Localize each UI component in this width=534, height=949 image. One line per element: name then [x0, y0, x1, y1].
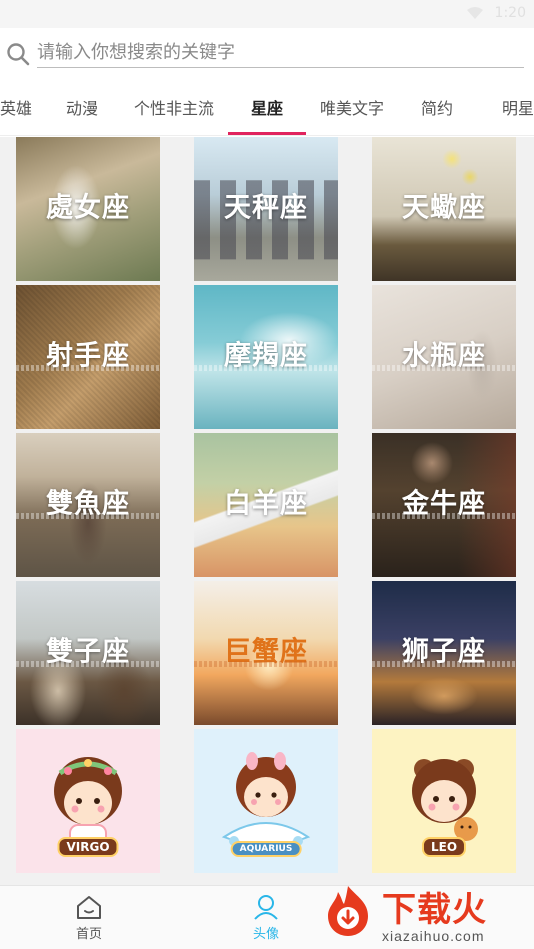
- avatar-tile[interactable]: 射手座: [16, 285, 160, 429]
- wifi-icon: [467, 7, 483, 19]
- watermark: 下载火 xiazaihuo.com: [316, 880, 534, 949]
- zodiac-badge: VIRGO: [57, 837, 119, 857]
- category-tabs: 英雄 动漫 个性非主流 星座 唯美文字 简约 明星: [0, 80, 534, 136]
- avatar-tile[interactable]: 雙魚座: [16, 433, 160, 577]
- tile-caption: [194, 365, 338, 371]
- tile-title: 天蠍座: [402, 192, 486, 224]
- tile-caption: [372, 513, 516, 519]
- search-bar: [0, 28, 534, 80]
- search-input[interactable]: [37, 38, 524, 68]
- avatar-tile[interactable]: 水瓶座: [372, 285, 516, 429]
- flame-logo-icon: [328, 886, 368, 936]
- tab-constellation[interactable]: 星座: [236, 80, 298, 136]
- avatar-tile[interactable]: 金牛座: [372, 433, 516, 577]
- tab-celebrity[interactable]: 明星: [492, 80, 534, 136]
- status-bar: 1:20: [0, 0, 534, 28]
- zodiac-badge: LEO: [421, 837, 467, 857]
- status-time: 1:20: [494, 5, 526, 21]
- avatar-tile[interactable]: 天秤座: [194, 137, 338, 281]
- tile-title: 天秤座: [224, 192, 308, 224]
- tile-caption: [372, 365, 516, 371]
- active-tab-indicator: [228, 132, 306, 135]
- tile-caption: [16, 661, 160, 667]
- tab-minimal[interactable]: 简约: [408, 80, 466, 136]
- avatar-tile[interactable]: 處女座: [16, 137, 160, 281]
- tab-nonmainstream[interactable]: 个性非主流: [128, 80, 220, 136]
- avatar-tile[interactable]: 狮子座: [372, 581, 516, 725]
- avatar-tile[interactable]: 天蠍座: [372, 137, 516, 281]
- avatar-tile[interactable]: 巨蟹座: [194, 581, 338, 725]
- avatar-tile[interactable]: 白羊座: [194, 433, 338, 577]
- tab-hero[interactable]: 英雄: [0, 80, 40, 136]
- watermark-url: xiazaihuo.com: [382, 928, 485, 944]
- nav-home[interactable]: 首页: [54, 894, 124, 942]
- avatar-icon: [254, 895, 278, 920]
- nav-avatar[interactable]: 头像: [231, 894, 301, 942]
- tile-caption: [16, 513, 160, 519]
- avatar-tile[interactable]: VIRGO: [16, 729, 160, 873]
- tile-caption: [372, 661, 516, 667]
- tile-caption: [194, 661, 338, 667]
- zodiac-badge: AQUARIUS: [230, 841, 302, 857]
- search-icon[interactable]: [5, 41, 31, 67]
- tile-title: 白羊座: [224, 488, 308, 520]
- home-icon: [77, 896, 101, 919]
- watermark-brand: 下载火: [382, 890, 487, 930]
- avatar-tile[interactable]: LEO: [372, 729, 516, 873]
- avatar-tile[interactable]: AQUARIUS: [194, 729, 338, 873]
- nav-home-label: 首页: [75, 927, 102, 942]
- nav-avatar-label: 头像: [252, 927, 279, 942]
- avatar-tile[interactable]: 摩羯座: [194, 285, 338, 429]
- tab-aesthetic-text[interactable]: 唯美文字: [316, 80, 388, 136]
- tab-anime[interactable]: 动漫: [52, 80, 112, 136]
- avatar-tile[interactable]: 雙子座: [16, 581, 160, 725]
- tile-title: 處女座: [46, 192, 130, 224]
- tile-caption: [16, 365, 160, 371]
- avatar-grid: 處女座 天秤座 天蠍座 射手座 摩羯座 水瓶座 雙魚座 白羊座 金牛座 雙子座 …: [0, 137, 534, 885]
